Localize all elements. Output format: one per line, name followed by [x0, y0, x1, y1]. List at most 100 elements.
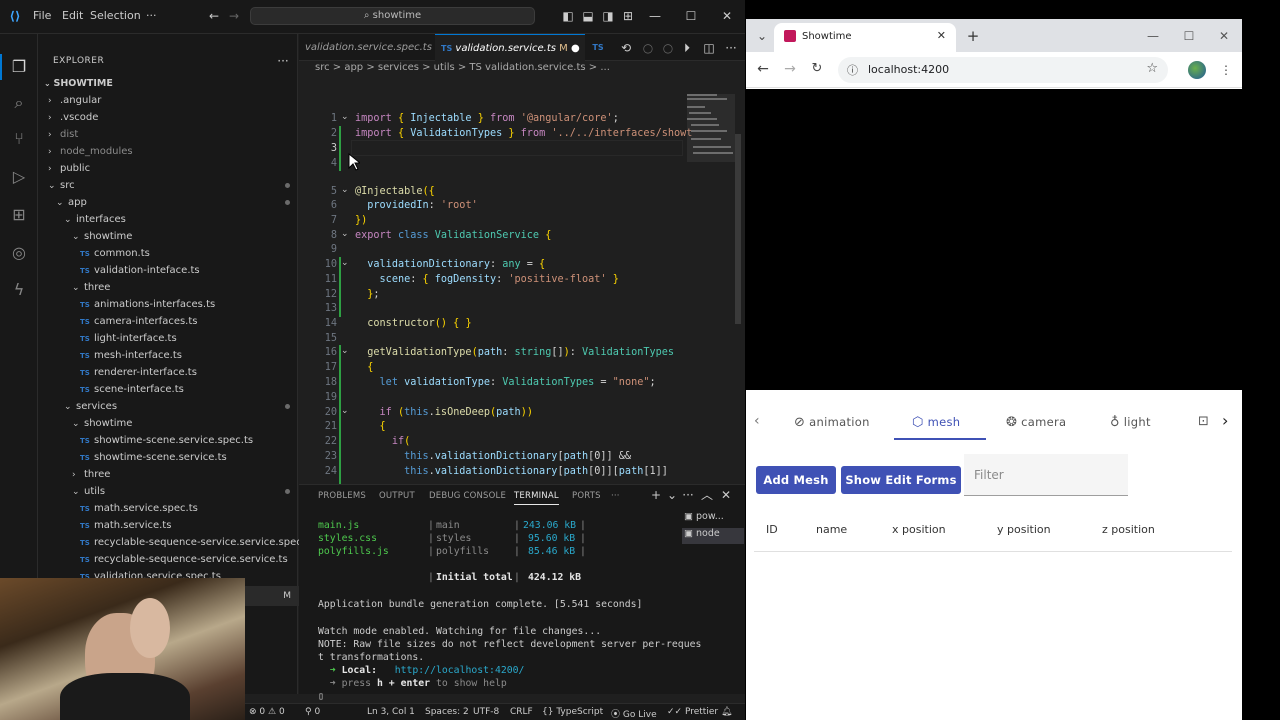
ports-status[interactable]: ⚲ 0	[305, 707, 320, 717]
menu-selection[interactable]: Selection	[90, 9, 141, 22]
tab-ports[interactable]: PORTS	[572, 491, 601, 501]
fold-chevron-icon[interactable]: ⌄	[341, 258, 349, 268]
search-icon[interactable]: ⌕	[7, 91, 31, 115]
tab-validation-service[interactable]: TS validation.service.ts M ●	[435, 34, 585, 61]
cursor-position[interactable]: Ln 3, Col 1	[367, 707, 415, 717]
toggle-sidebar-icon[interactable]: ◧	[561, 9, 575, 23]
tree-folder[interactable]: › .angular	[48, 92, 298, 109]
column-header-x-position[interactable]: x position	[892, 523, 946, 536]
browser-tab[interactable]: Showtime ✕	[774, 23, 956, 52]
close-panel-icon[interactable]: ✕	[719, 488, 733, 502]
tree-file[interactable]: TS light-interface.ts	[80, 330, 298, 347]
tab-light[interactable]: ♁ light	[1110, 410, 1151, 440]
back-arrow-icon[interactable]: ←	[207, 9, 221, 23]
tree-file[interactable]: TS mesh-interface.ts	[80, 347, 298, 364]
tree-file[interactable]: TS recyclable-sequence-service.service.ts	[80, 551, 298, 568]
tree-file[interactable]: TS showtime-scene.service.ts	[80, 449, 298, 466]
tree-folder[interactable]: › .vscode	[48, 109, 298, 126]
tree-file[interactable]: TS camera-interfaces.ts	[80, 313, 298, 330]
tree-folder[interactable]: ⌄ showtime	[72, 415, 298, 432]
forward-arrow-icon[interactable]: →	[227, 9, 241, 23]
fold-chevron-icon[interactable]: ⌄	[341, 346, 349, 356]
unsaved-dot-icon[interactable]: ●	[571, 43, 580, 54]
local-url-link[interactable]: http://localhost:4200/	[395, 665, 525, 676]
prettier-status[interactable]: ✓✓ Prettier	[667, 707, 718, 717]
run-debug-icon[interactable]: ▷	[7, 165, 31, 189]
split-editor-icon[interactable]: ◫	[702, 41, 716, 55]
terminal-item-pow[interactable]: ▣ pow...	[684, 511, 724, 526]
tree-file[interactable]: TS math.service.ts	[80, 517, 298, 534]
toggle-secondary-sidebar-icon[interactable]: ◨	[601, 9, 615, 23]
bolt-icon[interactable]: ϟ	[7, 278, 31, 302]
new-terminal-icon[interactable]: +	[649, 488, 663, 502]
column-header-z-position[interactable]: z position	[1102, 523, 1155, 536]
explorer-more-icon[interactable]: ···	[276, 54, 290, 68]
language-mode[interactable]: {} TypeScript	[542, 707, 603, 717]
tree-file[interactable]: TS recyclable-sequence-service.service.sp…	[80, 534, 314, 551]
chrome-menu-icon[interactable]: ⋮	[1219, 63, 1233, 77]
notifications-icon[interactable]: 🔔︎	[721, 707, 732, 717]
more-actions-icon[interactable]: ···	[724, 41, 738, 55]
more-actions-icon[interactable]: ···	[681, 488, 695, 502]
tab-search-icon[interactable]: ⌄	[755, 29, 769, 43]
tree-file[interactable]: TS showtime-scene.service.spec.ts	[80, 432, 298, 449]
circle-icon[interactable]: ○	[641, 41, 655, 55]
tree-folder[interactable]: › three	[72, 466, 298, 483]
extensions-icon[interactable]: ⊞	[7, 203, 31, 227]
tree-folder[interactable]: ⌄ services	[64, 398, 298, 415]
tree-folder[interactable]: ⌄ app	[56, 194, 298, 211]
forward-arrow-icon[interactable]: →	[783, 62, 797, 76]
close-tab-icon[interactable]: ✕	[937, 29, 946, 42]
threejs-canvas[interactable]	[746, 89, 1242, 390]
end-of-line[interactable]: CRLF	[510, 707, 533, 717]
column-header-name[interactable]: name	[816, 523, 847, 536]
breadcrumb[interactable]: src > app > services > utils > TS valida…	[315, 62, 610, 73]
menu-more[interactable]: ···	[146, 9, 157, 22]
tree-folder[interactable]: › node_modules	[48, 143, 298, 160]
tab-terminal[interactable]: TERMINAL	[514, 491, 559, 505]
tree-folder[interactable]: ⌄ src	[48, 177, 298, 194]
maximize-icon[interactable]: ☐	[1182, 29, 1196, 43]
tabs-scroll-right-icon[interactable]: ›	[1222, 411, 1228, 430]
workspace-header[interactable]: ⌄ SHOWTIME	[44, 78, 113, 89]
maximize-panel-icon[interactable]: ︿	[700, 488, 714, 502]
tree-file[interactable]: TS animations-interfaces.ts	[80, 296, 298, 313]
menu-file[interactable]: File	[33, 9, 51, 22]
errors-warnings[interactable]: ⊗ 0 ⚠ 0	[249, 707, 285, 717]
terminal-item-node[interactable]: ▣ node	[682, 528, 744, 544]
tree-folder[interactable]: ⌄ utils	[72, 483, 298, 500]
toggle-panel-icon[interactable]: ⬓	[581, 9, 595, 23]
tree-file[interactable]: TS scene-interface.ts	[80, 381, 298, 398]
minimize-icon[interactable]: —	[1146, 29, 1160, 43]
tree-folder[interactable]: › dist	[48, 126, 298, 143]
fold-chevron-icon[interactable]: ⌄	[341, 112, 349, 122]
minimap[interactable]	[687, 94, 735, 174]
tree-folder[interactable]: ⌄ interfaces	[64, 211, 298, 228]
explorer-icon[interactable]: ❐	[7, 55, 31, 79]
tab-animation[interactable]: ⊘ animation	[794, 410, 870, 440]
column-header-id[interactable]: ID	[766, 523, 778, 536]
maximize-icon[interactable]: ☐	[684, 9, 698, 23]
tab-problems[interactable]: PROBLEMS	[318, 491, 366, 501]
show-edit-forms-button[interactable]: Show Edit Forms	[841, 466, 961, 494]
tab-validation-service-spec[interactable]: validation.service.spec.ts	[299, 34, 435, 61]
fold-chevron-icon[interactable]: ⌄	[341, 185, 349, 195]
address-bar[interactable]: ⓘ localhost:4200 ☆	[838, 57, 1168, 83]
tree-folder[interactable]: › public	[48, 160, 298, 177]
close-window-icon[interactable]: ✕	[1217, 29, 1231, 43]
new-tab-icon[interactable]: +	[966, 29, 980, 44]
tab-mesh[interactable]: ⬡ mesh	[894, 410, 986, 440]
tab-camera[interactable]: ❂ camera	[1006, 410, 1066, 440]
editor-scrollbar[interactable]	[735, 134, 741, 324]
column-header-y-position[interactable]: y position	[997, 523, 1051, 536]
circle-icon[interactable]: ○	[661, 41, 675, 55]
indentation[interactable]: Spaces: 2	[425, 707, 469, 717]
run-icon[interactable]: ⏵	[680, 41, 694, 55]
close-icon[interactable]: ✕	[720, 9, 734, 23]
tab-debug-console[interactable]: DEBUG CONSOLE	[429, 491, 506, 501]
tab-overflow-icon[interactable]: ⊡	[1198, 414, 1209, 429]
tree-file[interactable]: TS validation-inteface.ts	[80, 262, 298, 279]
encoding[interactable]: UTF-8	[473, 707, 499, 717]
tree-file[interactable]: TS renderer-interface.ts	[80, 364, 298, 381]
bookmark-star-icon[interactable]: ☆	[1146, 61, 1158, 76]
